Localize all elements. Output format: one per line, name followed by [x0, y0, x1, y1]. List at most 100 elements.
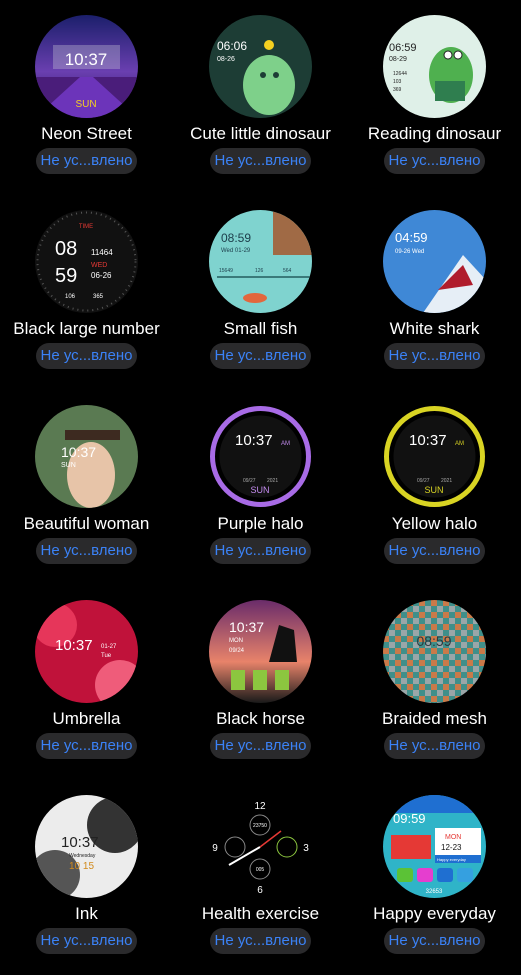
watch-face-card[interactable]: 06:59 08-29 12644 103 369 Reading dinosa… [348, 0, 521, 195]
svg-text:Wed 01-29: Wed 01-29 [221, 248, 251, 254]
svg-text:AM: AM [455, 441, 464, 447]
svg-text:08:59: 08:59 [416, 633, 451, 649]
watch-face-name: Happy everyday [373, 904, 496, 923]
watch-face-card[interactable]: 10:37 01-27 Tue Umbrella Не ус...влено [0, 585, 173, 780]
mesh-face-icon[interactable]: 08:59 [383, 600, 486, 703]
install-status-button[interactable]: Не ус...влено [210, 148, 311, 174]
watch-face-name: Umbrella [52, 709, 121, 728]
install-status-button[interactable]: Не ус...влено [36, 733, 137, 759]
watch-face-card[interactable]: 09:59 MON 12-23 Happy everyday 32653 Hap… [348, 780, 521, 975]
svg-text:01-27: 01-27 [101, 644, 117, 650]
happy-everyday-face-icon[interactable]: 09:59 MON 12-23 Happy everyday 32653 [383, 795, 486, 898]
svg-text:564: 564 [283, 268, 292, 274]
watch-face-name: Neon Street [41, 124, 132, 143]
svg-text:06-26: 06-26 [91, 271, 112, 280]
watch-face-name: Reading dinosaur [367, 124, 502, 143]
svg-text:106: 106 [65, 294, 76, 300]
watch-face-card[interactable]: 10:37 AM 09/27 2021 SUN Purple halo Не у… [174, 390, 347, 585]
watch-face-card[interactable]: 10:37 SUN Beautiful woman Не ус...влено [0, 390, 173, 585]
install-status-button[interactable]: Не ус...влено [210, 343, 311, 369]
svg-text:09/27: 09/27 [417, 478, 430, 484]
svg-text:08: 08 [55, 238, 77, 260]
watch-face-card[interactable]: 10:37 AM 09/27 2021 SUN Yellow halo Не у… [348, 390, 521, 585]
svg-text:103: 103 [393, 79, 402, 85]
shark-face-icon[interactable]: 04:59 09-26 Wed [383, 210, 486, 313]
svg-text:10:37: 10:37 [65, 50, 108, 69]
install-status-button[interactable]: Не ус...влено [384, 343, 485, 369]
watch-face-name: Yellow halo [391, 514, 478, 533]
svg-text:09/27: 09/27 [243, 478, 256, 484]
svg-text:10:37: 10:37 [61, 834, 99, 851]
svg-text:MON: MON [229, 638, 243, 644]
watch-face-card[interactable]: 10:37 MON 09/24 Black horse Не ус...влен… [174, 585, 347, 780]
svg-text:WED: WED [91, 262, 107, 269]
large-number-face-icon[interactable]: TIME 08 59 11464 WED 06-26 106 365 [35, 210, 138, 313]
svg-text:08-26: 08-26 [217, 56, 235, 63]
svg-text:TIME: TIME [79, 224, 93, 230]
yellow-halo-face-icon[interactable]: 10:37 AM 09/27 2021 SUN [383, 405, 486, 508]
install-status-button[interactable]: Не ус...влено [210, 733, 311, 759]
svg-text:365: 365 [93, 294, 104, 300]
svg-text:08-29: 08-29 [389, 56, 407, 63]
watch-face-name: Beautiful woman [23, 514, 150, 533]
reading-dinosaur-face-icon[interactable]: 06:59 08-29 12644 103 369 [383, 15, 486, 118]
watch-face-card[interactable]: TIME 08 59 11464 WED 06-26 106 365 Black… [0, 195, 173, 390]
svg-text:SUN: SUN [250, 485, 269, 495]
ink-face-icon[interactable]: 10:37 Wednesday 10 15 [35, 795, 138, 898]
install-status-button[interactable]: Не ус...влено [36, 343, 137, 369]
install-status-button[interactable]: Не ус...влено [210, 538, 311, 564]
svg-text:SUN: SUN [61, 462, 76, 469]
purple-halo-face-icon[interactable]: 10:37 AM 09/27 2021 SUN [209, 405, 312, 508]
svg-text:23750: 23750 [253, 823, 267, 829]
watch-face-card[interactable]: 08:59 Wed 01-29 15649 126 564 Small fish… [174, 195, 347, 390]
watch-face-card[interactable]: 10:37 Wednesday 10 15 Ink Не ус...влено [0, 780, 173, 975]
svg-text:06:59: 06:59 [389, 42, 417, 54]
install-status-button[interactable]: Не ус...влено [36, 148, 137, 174]
watch-face-card[interactable]: 08:59 Braided mesh Не ус...влено [348, 585, 521, 780]
svg-text:12644: 12644 [393, 71, 407, 77]
horse-face-icon[interactable]: 10:37 MON 09/24 [209, 600, 312, 703]
watch-face-name: Small fish [223, 319, 298, 338]
watch-face-card[interactable]: 04:59 09-26 Wed White shark Не ус...влен… [348, 195, 521, 390]
dinosaur-face-icon[interactable]: 06:06 08-26 [209, 15, 312, 118]
watch-face-card[interactable]: 10:37 SUN Neon Street Не ус...влено [0, 0, 173, 195]
install-status-button[interactable]: Не ус...влено [384, 538, 485, 564]
watch-face-name: Braided mesh [382, 709, 487, 728]
watch-face-gallery: 10:37 SUN Neon Street Не ус...влено 06:0… [0, 0, 521, 970]
svg-text:11464: 11464 [91, 248, 113, 257]
svg-text:09-26 Wed: 09-26 Wed [395, 249, 424, 255]
svg-text:09:59: 09:59 [393, 811, 426, 826]
svg-text:12: 12 [254, 801, 266, 812]
svg-text:SUN: SUN [75, 99, 96, 110]
watch-face-name: Purple halo [217, 514, 304, 533]
install-status-button[interactable]: Не ус...влено [36, 928, 137, 954]
watch-face-name: Cute little dinosaur [190, 124, 331, 143]
health-exercise-face-icon[interactable]: 12 3 6 9 23750 005 [209, 795, 312, 898]
install-status-button[interactable]: Не ус...влено [384, 733, 485, 759]
svg-text:10:37: 10:37 [229, 619, 264, 635]
svg-text:10 15: 10 15 [69, 861, 94, 872]
fish-face-icon[interactable]: 08:59 Wed 01-29 15649 126 564 [209, 210, 312, 313]
svg-text:AM: AM [281, 441, 290, 447]
svg-text:MON: MON [445, 834, 461, 841]
watch-face-card[interactable]: 06:06 08-26 Cute little dinosaur Не ус..… [174, 0, 347, 195]
svg-text:06:06: 06:06 [217, 39, 247, 53]
install-status-button[interactable]: Не ус...влено [384, 928, 485, 954]
umbrella-face-icon[interactable]: 10:37 01-27 Tue [35, 600, 138, 703]
watch-face-name: Ink [75, 904, 98, 923]
svg-text:10:37: 10:37 [235, 432, 273, 449]
svg-text:005: 005 [256, 867, 265, 873]
woman-face-icon[interactable]: 10:37 SUN [35, 405, 138, 508]
install-status-button[interactable]: Не ус...влено [210, 928, 311, 954]
svg-text:08:59: 08:59 [221, 231, 251, 245]
install-status-button[interactable]: Не ус...влено [384, 148, 485, 174]
install-status-button[interactable]: Не ус...влено [36, 538, 137, 564]
svg-text:SUN: SUN [424, 485, 443, 495]
svg-text:2021: 2021 [267, 478, 278, 484]
neon-street-face-icon[interactable]: 10:37 SUN [35, 15, 138, 118]
svg-text:9: 9 [212, 843, 218, 854]
svg-text:3: 3 [303, 843, 309, 854]
watch-face-card[interactable]: 12 3 6 9 23750 005 Health exercise Не ус… [174, 780, 347, 975]
svg-text:Wednesday: Wednesday [69, 853, 96, 859]
watch-face-name: Black large number [13, 319, 160, 338]
